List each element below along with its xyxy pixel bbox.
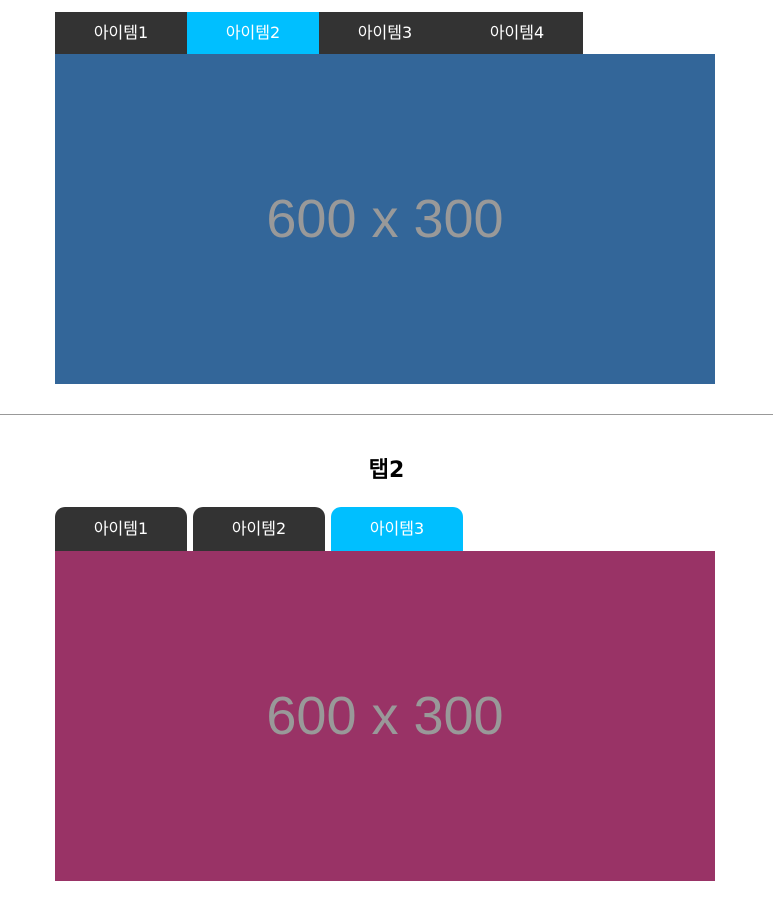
tab-1-item1[interactable]: 아이템1 — [55, 12, 187, 54]
tab-bar-2: 아이템1 아이템2 아이템3 — [55, 507, 469, 551]
horizontal-divider — [0, 414, 773, 415]
tab-bar-1: 아이템1 아이템2 아이템3 아이템4 — [55, 12, 583, 54]
tab-1-item4[interactable]: 아이템4 — [451, 12, 583, 54]
placeholder-image-label: 600 x 300 — [266, 189, 504, 249]
tab-panel-1: 600 x 300 — [55, 54, 715, 384]
tab-1-item3[interactable]: 아이템3 — [319, 12, 451, 54]
tab-2-item1[interactable]: 아이템1 — [55, 507, 187, 551]
page: 아이템1 아이템2 아이템3 아이템4 600 x 300 탭2 아이템1 아이… — [0, 0, 773, 901]
tab-2-item3[interactable]: 아이템3 — [331, 507, 463, 551]
tab-1-item2[interactable]: 아이템2 — [187, 12, 319, 54]
tab-panel-2: 600 x 300 — [55, 551, 715, 881]
tab-2-item2[interactable]: 아이템2 — [193, 507, 325, 551]
section-title: 탭2 — [368, 458, 405, 483]
placeholder-image-label: 600 x 300 — [266, 686, 504, 746]
